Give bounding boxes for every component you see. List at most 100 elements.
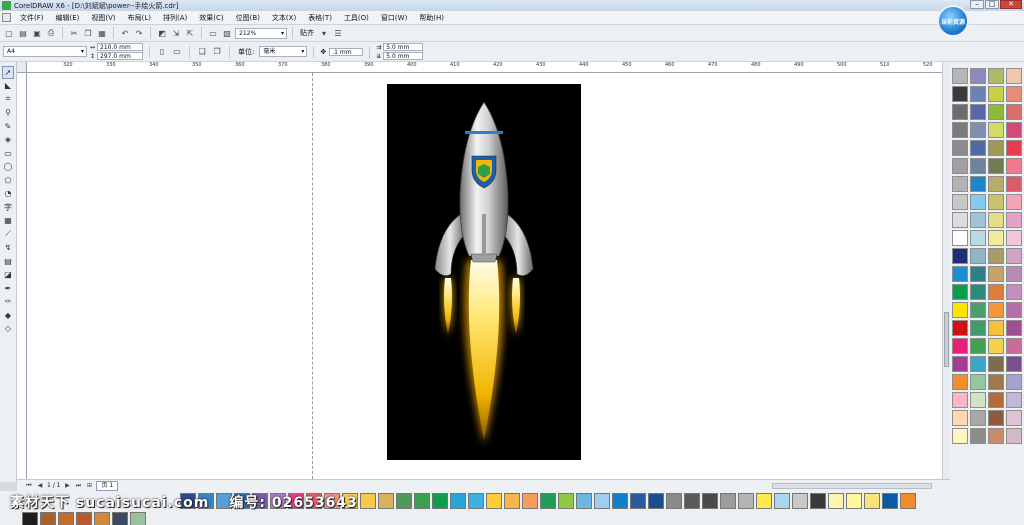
- maximize-button[interactable]: □: [985, 0, 999, 9]
- drawing-canvas[interactable]: [27, 73, 942, 479]
- color-swatch[interactable]: [684, 493, 700, 509]
- page-width-field[interactable]: 210.0 mm: [97, 43, 144, 51]
- color-swatch[interactable]: [988, 356, 1004, 372]
- color-swatch[interactable]: [468, 493, 484, 509]
- color-swatch[interactable]: [94, 512, 110, 525]
- menu-arrange[interactable]: 排列(A): [157, 13, 193, 23]
- last-page-icon[interactable]: ⏭: [74, 482, 82, 490]
- color-swatch[interactable]: [130, 512, 146, 525]
- text-tool-icon[interactable]: 字: [2, 201, 14, 214]
- color-swatch[interactable]: [952, 320, 968, 336]
- import-icon[interactable]: ⇲: [170, 27, 182, 39]
- blend-tool-icon[interactable]: ▤: [2, 255, 14, 268]
- color-swatch[interactable]: [952, 122, 968, 138]
- color-swatch[interactable]: [1006, 266, 1022, 282]
- table-tool-icon[interactable]: ▦: [2, 215, 14, 228]
- transparency-tool-icon[interactable]: ◪: [2, 269, 14, 282]
- duplicate-x-field[interactable]: 5.0 mm: [383, 43, 424, 51]
- vertical-scrollbar[interactable]: [942, 62, 950, 479]
- color-swatch[interactable]: [970, 104, 986, 120]
- color-swatch[interactable]: [952, 266, 968, 282]
- color-swatch[interactable]: [774, 493, 790, 509]
- color-swatch[interactable]: [970, 158, 986, 174]
- color-swatch[interactable]: [756, 493, 772, 509]
- menu-view[interactable]: 视图(V): [85, 13, 121, 23]
- freehand-tool-icon[interactable]: ✎: [2, 120, 14, 133]
- rectangle-tool-icon[interactable]: ▭: [2, 147, 14, 160]
- color-swatch[interactable]: [952, 302, 968, 318]
- zoom-level-select[interactable]: 212%: [235, 27, 287, 39]
- color-swatch[interactable]: [988, 194, 1004, 210]
- publish-pdf-icon[interactable]: ▭: [207, 27, 219, 39]
- ruler-origin[interactable]: [17, 62, 27, 73]
- color-swatch[interactable]: [988, 392, 1004, 408]
- color-swatch[interactable]: [970, 248, 986, 264]
- color-swatch[interactable]: [988, 122, 1004, 138]
- open-icon[interactable]: ▤: [17, 27, 29, 39]
- first-page-icon[interactable]: ⏮: [25, 482, 33, 490]
- color-swatch[interactable]: [988, 212, 1004, 228]
- color-swatch[interactable]: [970, 140, 986, 156]
- color-swatch[interactable]: [1006, 140, 1022, 156]
- basic-shapes-icon[interactable]: ◔: [2, 188, 14, 201]
- color-swatch[interactable]: [952, 194, 968, 210]
- color-swatch[interactable]: [828, 493, 844, 509]
- color-swatch[interactable]: [882, 493, 898, 509]
- color-swatch[interactable]: [970, 320, 986, 336]
- color-swatch[interactable]: [952, 410, 968, 426]
- color-swatch[interactable]: [952, 86, 968, 102]
- menu-edit[interactable]: 编辑(E): [50, 13, 86, 23]
- color-swatch[interactable]: [1006, 356, 1022, 372]
- color-swatch[interactable]: [414, 493, 430, 509]
- pick-tool-icon[interactable]: ➚: [2, 66, 14, 79]
- color-swatch[interactable]: [988, 428, 1004, 444]
- color-swatch[interactable]: [810, 493, 826, 509]
- color-swatch[interactable]: [970, 338, 986, 354]
- portrait-icon[interactable]: ▯: [156, 46, 168, 58]
- color-swatch[interactable]: [900, 493, 916, 509]
- color-swatch[interactable]: [988, 374, 1004, 390]
- color-swatch[interactable]: [846, 493, 862, 509]
- color-swatch[interactable]: [952, 158, 968, 174]
- menu-table[interactable]: 表格(T): [302, 13, 338, 23]
- color-swatch[interactable]: [576, 493, 592, 509]
- color-swatch[interactable]: [970, 122, 986, 138]
- color-swatch[interactable]: [970, 374, 986, 390]
- color-swatch[interactable]: [630, 493, 646, 509]
- color-swatch[interactable]: [952, 428, 968, 444]
- color-swatch[interactable]: [1006, 176, 1022, 192]
- horizontal-ruler[interactable]: 320 330 340 350 360 370 380 390 400 410 420 430 440 4…: [27, 62, 942, 73]
- color-swatch[interactable]: [612, 493, 628, 509]
- polygon-tool-icon[interactable]: ⬠: [2, 174, 14, 187]
- color-swatch[interactable]: [952, 374, 968, 390]
- color-swatch[interactable]: [988, 248, 1004, 264]
- color-swatch[interactable]: [450, 493, 466, 509]
- cut-icon[interactable]: ✂: [68, 27, 80, 39]
- color-swatch[interactable]: [952, 212, 968, 228]
- color-swatch[interactable]: [952, 104, 968, 120]
- color-swatch[interactable]: [970, 230, 986, 246]
- color-swatch[interactable]: [988, 86, 1004, 102]
- color-swatch[interactable]: [988, 302, 1004, 318]
- color-swatch[interactable]: [1006, 230, 1022, 246]
- color-swatch[interactable]: [76, 512, 92, 525]
- copy-icon[interactable]: ❐: [82, 27, 94, 39]
- color-swatch[interactable]: [522, 493, 538, 509]
- search-content-icon[interactable]: ◩: [156, 27, 168, 39]
- smart-fill-icon[interactable]: ◈: [2, 134, 14, 147]
- color-swatch[interactable]: [1006, 104, 1022, 120]
- rocket-artwork[interactable]: [387, 84, 581, 460]
- color-swatch[interactable]: [540, 493, 556, 509]
- color-swatch[interactable]: [952, 230, 968, 246]
- dimension-tool-icon[interactable]: ⟋: [2, 228, 14, 241]
- color-swatch[interactable]: [970, 86, 986, 102]
- minimize-button[interactable]: –: [970, 0, 984, 9]
- color-swatch[interactable]: [1006, 338, 1022, 354]
- color-swatch[interactable]: [1006, 86, 1022, 102]
- units-select[interactable]: 毫米: [259, 46, 308, 57]
- crop-tool-icon[interactable]: ⌗: [2, 93, 14, 106]
- color-swatch[interactable]: [1006, 392, 1022, 408]
- color-swatch[interactable]: [1006, 284, 1022, 300]
- nudge-distance-field[interactable]: .1 mm: [329, 47, 364, 56]
- color-swatch[interactable]: [970, 68, 986, 84]
